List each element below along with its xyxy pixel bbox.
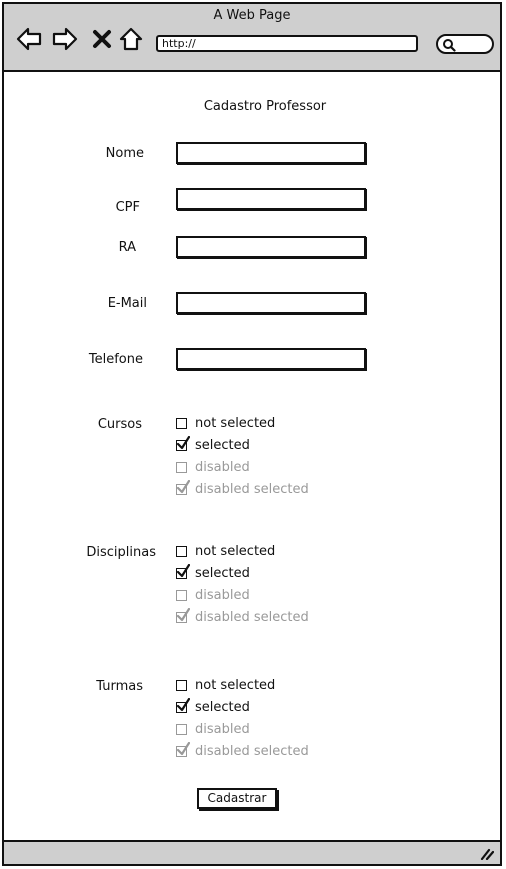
checkbox-label: not selected (195, 677, 276, 693)
status-bar (2, 840, 502, 866)
checkmark-icon (176, 607, 190, 623)
browser-window (2, 2, 502, 866)
checkbox-unchecked-icon (176, 417, 187, 429)
field-label-email: E-Mail (107, 296, 147, 311)
page-title: Cadastro Professor (203, 99, 327, 114)
url-input[interactable]: http:// (156, 35, 418, 52)
field-label-ra: RA (118, 240, 136, 255)
checkmark-icon (176, 697, 190, 713)
checkbox-label: disabled selected (195, 481, 309, 497)
search-icon (443, 39, 456, 52)
checkbox-label: disabled (195, 459, 250, 475)
browser-toolbar: A Web Page http:// (2, 2, 502, 72)
checkbox-disciplinas-selected[interactable]: selected (176, 563, 250, 582)
checkbox-unchecked-icon (176, 589, 187, 601)
checkbox-label: selected (195, 437, 250, 453)
group-label-turmas: Turmas (96, 679, 143, 694)
checkbox-unchecked-icon (176, 461, 187, 473)
field-label-cpf: CPF (115, 200, 140, 215)
checkbox-label: not selected (195, 415, 276, 431)
checkmark-icon (176, 479, 190, 495)
home-icon[interactable] (118, 26, 144, 52)
checkbox-label: disabled (195, 587, 250, 603)
telefone-input[interactable] (176, 348, 366, 370)
checkbox-turmas-disabled-selected: disabled selected (176, 741, 309, 760)
checkbox-disciplinas-disabled: disabled (176, 586, 250, 604)
checkbox-label: disabled selected (195, 743, 309, 759)
field-label-telefone: Telefone (88, 352, 143, 367)
checkbox-label: disabled selected (195, 609, 309, 625)
checkbox-turmas-disabled: disabled (176, 720, 250, 738)
cadastrar-button[interactable]: Cadastrar (197, 788, 277, 809)
group-label-disciplinas: Disciplinas (86, 545, 156, 560)
checkbox-cursos-disabled-selected: disabled selected (176, 479, 309, 498)
back-arrow-icon[interactable] (16, 26, 42, 52)
checkmark-icon (176, 563, 190, 579)
email-input[interactable] (176, 292, 366, 314)
checkbox-label: disabled (195, 721, 250, 737)
group-label-cursos: Cursos (97, 417, 142, 432)
checkbox-disciplinas-disabled-selected: disabled selected (176, 607, 309, 626)
nome-input[interactable] (176, 142, 366, 164)
checkbox-disciplinas-not-selected[interactable]: not selected (176, 542, 275, 560)
field-label-nome: Nome (105, 146, 144, 161)
search-field[interactable] (436, 34, 494, 54)
cpf-input[interactable] (176, 188, 366, 210)
checkbox-cursos-selected[interactable]: selected (176, 435, 250, 454)
checkbox-cursos-disabled: disabled (176, 458, 250, 476)
checkbox-label: selected (195, 699, 250, 715)
ra-input[interactable] (176, 236, 366, 258)
checkbox-label: not selected (195, 543, 276, 559)
checkbox-turmas-not-selected[interactable]: not selected (176, 676, 275, 694)
checkbox-unchecked-icon (176, 679, 187, 691)
forward-arrow-icon[interactable] (52, 26, 78, 52)
checkmark-icon (176, 741, 190, 757)
checkbox-turmas-selected[interactable]: selected (176, 697, 250, 716)
resize-grip-icon[interactable] (480, 848, 494, 860)
checkbox-label: selected (195, 565, 250, 581)
close-icon[interactable] (91, 26, 113, 52)
window-title: A Web Page (213, 8, 291, 23)
checkbox-unchecked-icon (176, 545, 187, 557)
checkbox-cursos-not-selected[interactable]: not selected (176, 414, 275, 432)
checkbox-unchecked-icon (176, 723, 187, 735)
checkmark-icon (176, 435, 190, 451)
